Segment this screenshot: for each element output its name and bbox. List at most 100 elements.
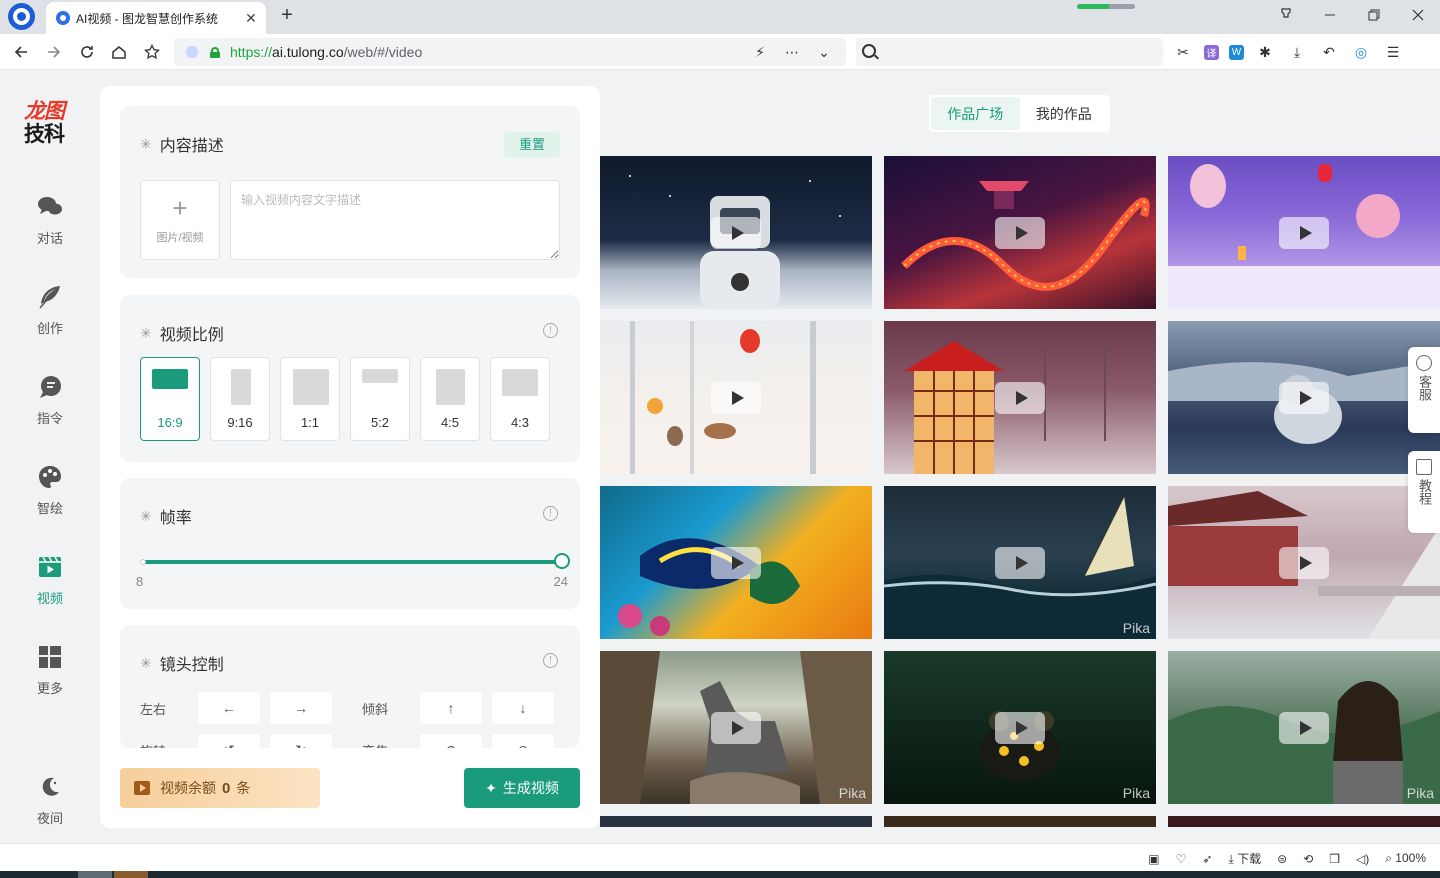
video-thumbnail[interactable]: Pika [884, 486, 1156, 639]
info-icon[interactable]: ! [543, 506, 558, 521]
play-icon[interactable] [1279, 712, 1329, 744]
lightning-icon[interactable]: ⚡ [748, 44, 772, 61]
customer-service-button[interactable]: 客服 [1408, 347, 1440, 433]
ratio-option-9-16[interactable]: 9:16 [210, 357, 270, 441]
night-mode-toggle[interactable]: 夜间 [0, 774, 100, 838]
lock-icon[interactable] [210, 46, 220, 58]
play-icon[interactable] [995, 382, 1045, 414]
play-icon[interactable] [1279, 217, 1329, 249]
sidebar-item-command[interactable]: 指令 [0, 374, 100, 438]
forward-icon[interactable] [43, 41, 65, 63]
download-icon[interactable]: ⤓ [1286, 41, 1308, 63]
upload-media-button[interactable]: + 图片/视频 [140, 180, 220, 260]
brand-logo[interactable]: 龙图 技科 [24, 100, 76, 150]
favorites-star-icon[interactable] [141, 41, 163, 63]
taskbar-app[interactable] [114, 871, 148, 878]
ratio-option-4-3[interactable]: 4:3 [490, 357, 550, 441]
undo-icon[interactable]: ↶ [1318, 41, 1340, 63]
word-extension-icon[interactable]: W [1229, 44, 1244, 60]
video-thumbnail[interactable] [600, 816, 872, 827]
zoom-out-button[interactable]: ⊖ [492, 734, 554, 748]
play-icon[interactable] [995, 547, 1045, 579]
menu-icon[interactable]: ☰ [1382, 41, 1404, 63]
volume-icon[interactable]: ◁) [1356, 852, 1369, 866]
browser-tab[interactable]: AI视频 - 图龙智慧创作系统 ✕ [46, 2, 266, 34]
pan-left-button[interactable]: ← [198, 692, 260, 724]
play-icon[interactable] [711, 217, 761, 249]
video-thumbnail[interactable] [1168, 816, 1440, 827]
zoom-in-button[interactable]: ⊕ [420, 734, 482, 748]
pin-window-icon[interactable] [1264, 0, 1308, 30]
play-icon[interactable] [1279, 382, 1329, 414]
tilt-up-button[interactable]: ↑ [420, 692, 482, 724]
description-input[interactable] [230, 180, 560, 260]
sidebar-item-paint[interactable]: 智绘 [0, 464, 100, 528]
taskbar-app[interactable] [78, 871, 112, 878]
play-icon[interactable] [995, 712, 1045, 744]
chevron-down-icon[interactable]: ⌄ [812, 44, 836, 61]
video-thumbnail[interactable] [1168, 156, 1440, 309]
tilt-down-button[interactable]: ↓ [492, 692, 554, 724]
video-thumbnail[interactable] [1168, 321, 1440, 474]
video-thumbnail[interactable]: Pika [1168, 651, 1440, 804]
pan-right-button[interactable]: → [270, 692, 332, 724]
play-icon[interactable] [711, 712, 761, 744]
browser-logo-icon[interactable] [8, 3, 35, 30]
sidebar-item-more[interactable]: 更多 [0, 644, 100, 708]
rotate-cw-button[interactable]: ↻ [270, 734, 332, 748]
reset-button[interactable]: 重置 [504, 132, 560, 158]
rotate-ccw-button[interactable]: ↺ [198, 734, 260, 748]
scissors-icon[interactable]: ✂ [1172, 41, 1194, 63]
video-thumbnail[interactable] [600, 486, 872, 639]
play-icon[interactable] [711, 382, 761, 414]
video-thumbnail[interactable] [600, 321, 872, 474]
play-icon[interactable] [711, 547, 761, 579]
info-icon[interactable]: ! [543, 653, 558, 668]
reload-icon[interactable] [76, 41, 98, 63]
video-thumbnail[interactable] [884, 156, 1156, 309]
close-window-button[interactable] [1396, 0, 1440, 30]
ratio-option-16-9[interactable]: 16:9 [140, 357, 200, 441]
image-icon[interactable]: ▣ [1148, 852, 1159, 866]
ratio-option-5-2[interactable]: 5:2 [350, 357, 410, 441]
heart-icon[interactable]: ♡ [1176, 852, 1187, 866]
security-shield-icon[interactable] [186, 46, 198, 58]
zoom-control[interactable]: ⌕ 100% [1385, 851, 1426, 866]
sidebar-item-chat[interactable]: 对话 [0, 194, 100, 258]
browser-search-box[interactable] [856, 38, 1163, 66]
tab-my-works[interactable]: 我的作品 [1020, 97, 1109, 130]
video-thumbnail[interactable] [884, 321, 1156, 474]
slider-knob[interactable] [554, 553, 570, 569]
address-bar[interactable]: https://ai.tulong.co/web/#/video ⚡ ⋯ ⌄ [174, 38, 846, 66]
ratio-option-4-5[interactable]: 4:5 [420, 357, 480, 441]
restore-button[interactable] [1352, 0, 1396, 30]
devtools-icon[interactable]: ⊜ [1277, 852, 1287, 866]
info-icon[interactable]: ! [543, 323, 558, 338]
video-thumbnail[interactable] [1168, 486, 1440, 639]
puzzle-icon[interactable]: ✱ [1254, 41, 1276, 63]
ratio-option-1-1[interactable]: 1:1 [280, 357, 340, 441]
video-thumbnail[interactable] [884, 816, 1156, 827]
generate-video-button[interactable]: ✦ 生成视频 [464, 768, 580, 808]
back-icon[interactable] [10, 41, 32, 63]
sidebar-item-video[interactable]: 视频 [0, 554, 100, 618]
status-download[interactable]: ⤓ 下载 [1228, 850, 1261, 867]
window-icon[interactable]: ❐ [1329, 852, 1340, 866]
video-thumbnail[interactable]: Pika [600, 651, 872, 804]
play-icon[interactable] [995, 217, 1045, 249]
translate-icon[interactable]: ⟲ [1303, 852, 1313, 866]
video-thumbnail[interactable]: Pika [884, 651, 1156, 804]
tab-showcase[interactable]: 作品广场 [931, 97, 1020, 130]
sidebar-item-create[interactable]: 创作 [0, 284, 100, 348]
sync-icon[interactable]: ◎ [1350, 41, 1372, 63]
translate-extension-icon[interactable]: 译 [1204, 44, 1219, 60]
url-text[interactable]: https://ai.tulong.co/web/#/video [230, 44, 748, 60]
new-tab-button[interactable]: + [276, 5, 298, 27]
play-icon[interactable] [1279, 547, 1329, 579]
rocket-icon[interactable]: ➶ [1202, 852, 1212, 866]
video-thumbnail[interactable] [600, 156, 872, 309]
minimize-button[interactable] [1308, 0, 1352, 30]
more-dots-icon[interactable]: ⋯ [780, 44, 804, 61]
tab-close-button[interactable]: ✕ [244, 10, 258, 27]
framerate-slider[interactable] [140, 553, 570, 569]
